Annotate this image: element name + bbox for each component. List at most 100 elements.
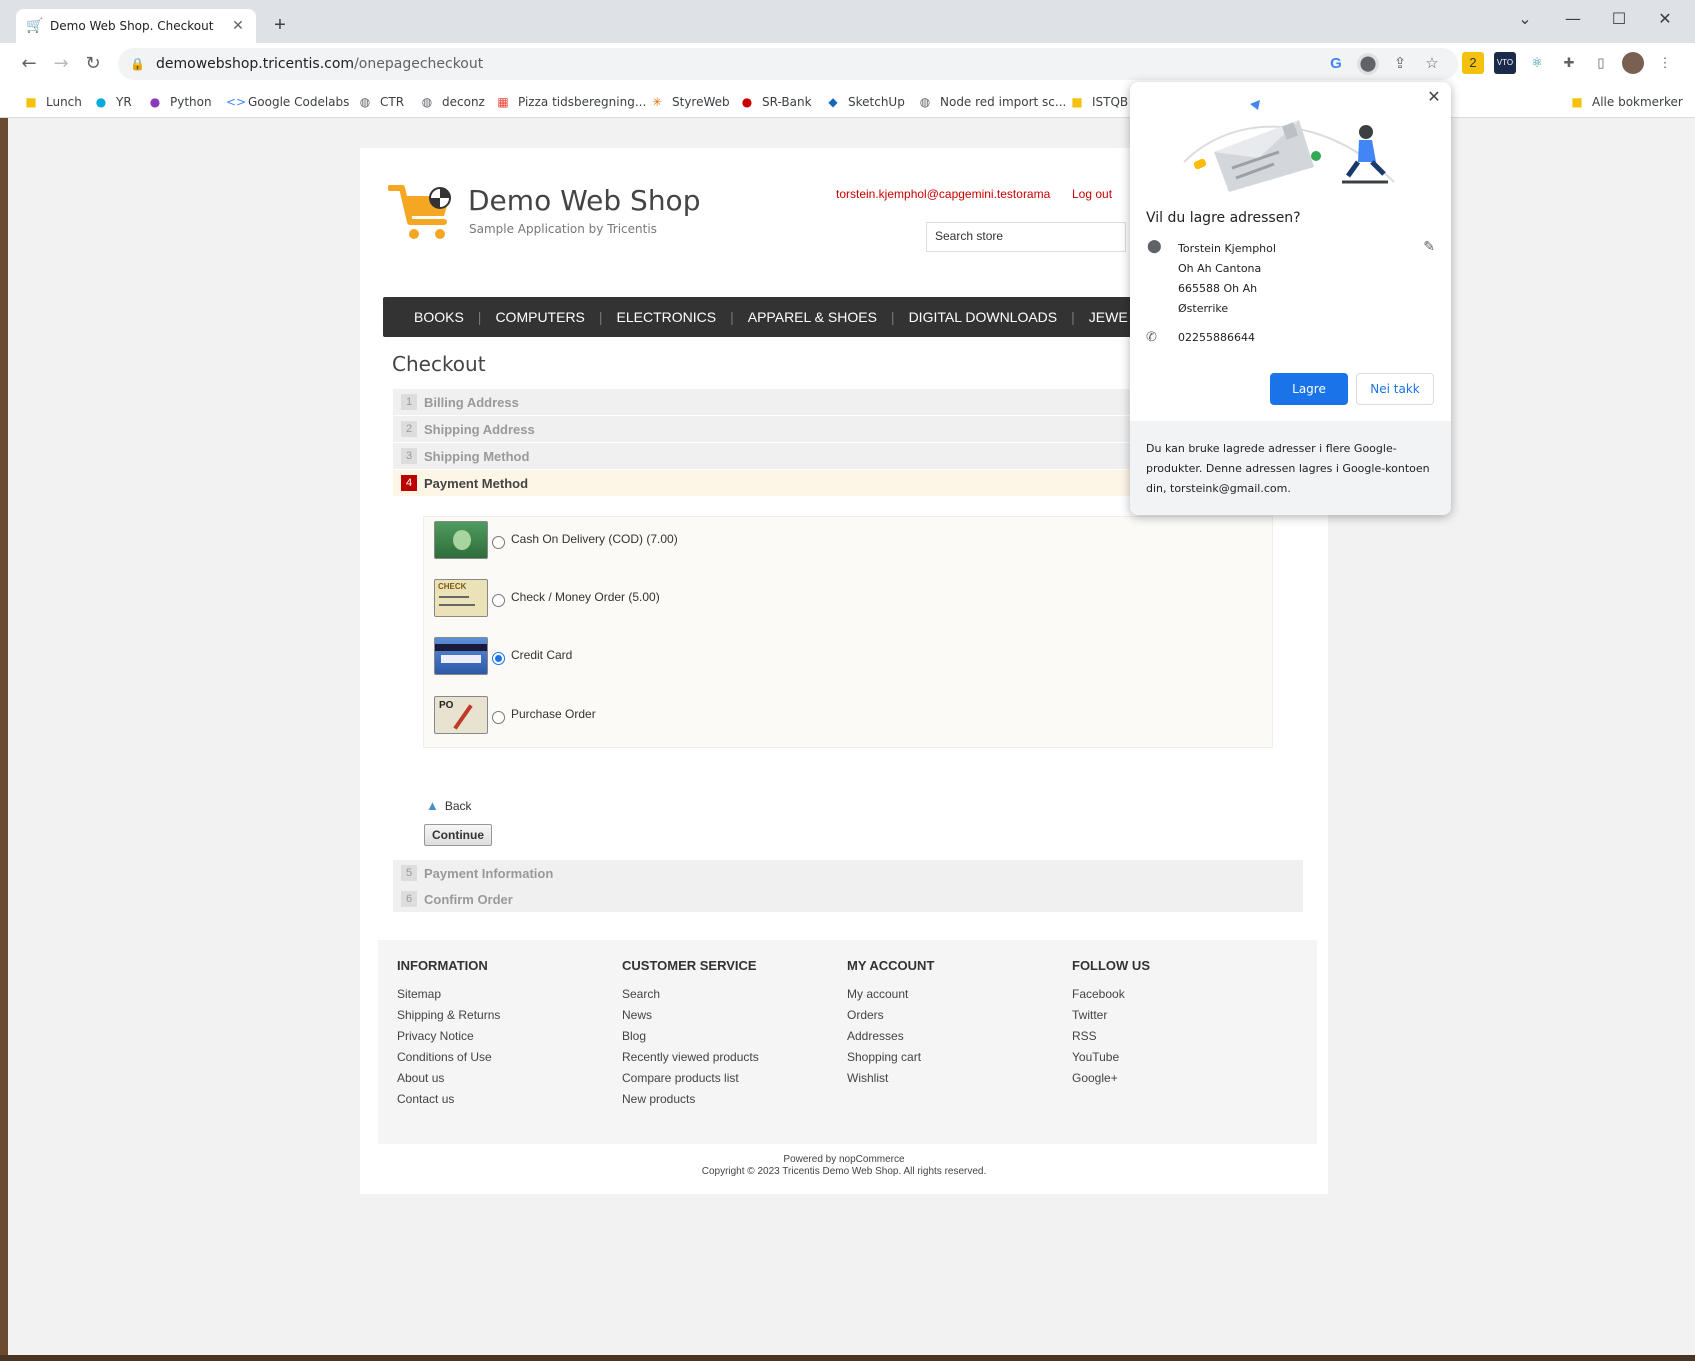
payment-option-cod[interactable]: Cash On Delivery (COD) (7.00) — [434, 521, 678, 559]
radio-check[interactable] — [492, 593, 505, 607]
bookmark-sketchup[interactable]: ◆ SketchUp — [826, 93, 904, 111]
more-menu-icon[interactable]: ⋮ — [1654, 52, 1676, 74]
footer-link[interactable]: New products — [622, 1092, 822, 1113]
payment-option-credit-card[interactable]: Credit Card — [434, 637, 572, 675]
minimize-button[interactable]: — — [1558, 4, 1588, 34]
extension-badge-icon[interactable]: 2 — [1462, 52, 1484, 74]
footer-link[interactable]: Shopping cart — [847, 1050, 1047, 1071]
footer-link[interactable]: Wishlist — [847, 1071, 1047, 1092]
footer-link[interactable]: Conditions of Use — [397, 1050, 597, 1071]
footer-heading: CUSTOMER SERVICE — [622, 958, 757, 973]
footer-link[interactable]: Compare products list — [622, 1071, 822, 1092]
footer-link[interactable]: Search — [622, 987, 822, 1008]
menu-electronics[interactable]: ELECTRONICS — [603, 309, 731, 325]
globe-icon: ◍ — [421, 95, 433, 109]
footer-heading: MY ACCOUNT — [847, 958, 935, 973]
footer-link[interactable]: Addresses — [847, 1029, 1047, 1050]
maximize-button[interactable]: ☐ — [1604, 4, 1634, 34]
footer-link[interactable]: Shipping & Returns — [397, 1008, 597, 1029]
footer-link[interactable]: Contact us — [397, 1092, 597, 1113]
footer-link[interactable]: Google+ — [1072, 1071, 1272, 1092]
all-bookmarks[interactable]: ■ Alle bokmerker — [1570, 93, 1683, 111]
continue-button[interactable]: Continue — [424, 824, 492, 846]
back-link[interactable]: ▲ Back — [426, 798, 472, 813]
vto-extension-icon[interactable]: VTO — [1494, 52, 1516, 74]
location-pin-icon[interactable]: ⬤ — [1357, 53, 1379, 75]
footer-link[interactable]: My account — [847, 987, 1047, 1008]
phone-icon: ✆ — [1146, 330, 1157, 345]
address-bar[interactable]: 🔒 demowebshop.tricentis.com/onepagecheck… — [118, 48, 1458, 80]
radio-credit-card[interactable] — [492, 651, 505, 665]
footer-link[interactable]: Twitter — [1072, 1008, 1272, 1029]
radio-purchase-order[interactable] — [492, 710, 505, 724]
forward-arrow-icon[interactable]: → — [48, 51, 74, 77]
cart-favicon-icon: 🛒 — [26, 18, 44, 34]
footer-link[interactable]: YouTube — [1072, 1050, 1272, 1071]
sr-bank-icon: ● — [741, 95, 753, 109]
bookmark-google-codelabs[interactable]: <> Google Codelabs — [226, 93, 349, 111]
pencil-edit-icon[interactable]: ✎ — [1423, 239, 1435, 255]
footer-link[interactable]: News — [622, 1008, 822, 1029]
tab-search-icon[interactable]: ⌄ — [1510, 4, 1540, 34]
shop-subtitle: Sample Application by Tricentis — [469, 222, 657, 236]
step-payment-information[interactable]: 5 Payment Information — [393, 860, 1303, 886]
footer-link[interactable]: Blog — [622, 1029, 822, 1050]
payment-option-purchase-order[interactable]: PO Purchase Order — [434, 696, 596, 734]
bookmark-pizza[interactable]: ▦ Pizza tidsberegning... — [496, 93, 646, 111]
footer-link[interactable]: Sitemap — [397, 987, 597, 1008]
puzzle-extensions-icon[interactable]: ✚ — [1558, 52, 1580, 74]
menu-digital-downloads[interactable]: DIGITAL DOWNLOADS — [895, 309, 1072, 325]
close-window-button[interactable]: ✕ — [1650, 4, 1680, 34]
bookmark-python[interactable]: ● Python — [148, 93, 212, 111]
popup-info-text: Du kan bruke lagrede adresser i flere Go… — [1130, 421, 1451, 515]
bookmark-ctr[interactable]: ◍ CTR — [358, 93, 404, 111]
close-icon[interactable]: ✕ — [1425, 88, 1443, 106]
bookmark-sr-bank[interactable]: ● SR-Bank — [740, 93, 812, 111]
footer-powered-by: Powered by nopCommerce Copyright © 2023 … — [360, 1154, 1328, 1178]
footer-link[interactable]: Orders — [847, 1008, 1047, 1029]
close-tab-icon[interactable]: ✕ — [230, 18, 246, 34]
step-label: Billing Address — [424, 394, 519, 410]
bookmark-node-red[interactable]: ◍ Node red import sc... — [918, 93, 1067, 111]
payment-option-check[interactable]: CHECK Check / Money Order (5.00) — [434, 579, 660, 617]
up-arrow-icon: ▲ — [426, 798, 439, 813]
footer-link[interactable]: About us — [397, 1071, 597, 1092]
powered-by-text[interactable]: Powered by nopCommerce — [360, 1154, 1328, 1166]
shop-name: Demo Web Shop — [468, 184, 701, 217]
bookmark-deconz[interactable]: ◍ deconz — [420, 93, 485, 111]
logout-link[interactable]: Log out — [1072, 187, 1112, 201]
page-edge — [1688, 118, 1695, 1361]
no-thanks-button[interactable]: Nei takk — [1356, 373, 1434, 405]
react-extension-icon[interactable]: ⚛ — [1526, 52, 1548, 74]
python-icon: ● — [149, 95, 161, 109]
reload-icon[interactable]: ↻ — [80, 51, 106, 77]
bookmark-styreweb[interactable]: ✳ StyreWeb — [650, 93, 730, 111]
google-icon[interactable]: G — [1325, 53, 1347, 75]
bookmark-lunch[interactable]: ■ Lunch — [24, 93, 82, 111]
menu-computers[interactable]: COMPUTERS — [481, 309, 598, 325]
desktop-background-strip — [0, 1355, 1695, 1361]
footer-link[interactable]: Privacy Notice — [397, 1029, 597, 1050]
bookmark-istqb[interactable]: ■ ISTQB — [1070, 93, 1128, 111]
browser-tab[interactable]: 🛒 Demo Web Shop. Checkout ✕ — [16, 9, 256, 43]
menu-books[interactable]: BOOKS — [383, 309, 478, 325]
share-icon[interactable]: ⇪ — [1389, 53, 1411, 75]
search-store-input[interactable]: Search store — [926, 222, 1126, 252]
profile-avatar[interactable] — [1622, 52, 1644, 74]
footer-link[interactable]: Facebook — [1072, 987, 1272, 1008]
menu-apparel-shoes[interactable]: APPAREL & SHOES — [734, 309, 891, 325]
footer-link[interactable]: RSS — [1072, 1029, 1272, 1050]
footer-link[interactable]: Recently viewed products — [622, 1050, 822, 1071]
shop-logo[interactable]: Demo Web Shop Sample Application by Tric… — [388, 182, 718, 242]
side-panel-icon[interactable]: ▯ — [1590, 52, 1612, 74]
radio-cod[interactable] — [492, 535, 505, 549]
url-host: demowebshop.tricentis.com — [156, 56, 355, 72]
new-tab-button[interactable]: + — [268, 13, 292, 37]
back-arrow-icon[interactable]: ← — [16, 51, 42, 77]
account-email-link[interactable]: torstein.kjemphol@capgemini.testorama — [836, 187, 1050, 201]
star-bookmark-icon[interactable]: ☆ — [1421, 53, 1443, 75]
step-confirm-order[interactable]: 6 Confirm Order — [393, 886, 1303, 912]
save-address-button[interactable]: Lagre — [1270, 373, 1348, 405]
bookmark-yr[interactable]: ● YR — [94, 93, 132, 111]
address-name: Torstein Kjemphol — [1178, 242, 1276, 255]
